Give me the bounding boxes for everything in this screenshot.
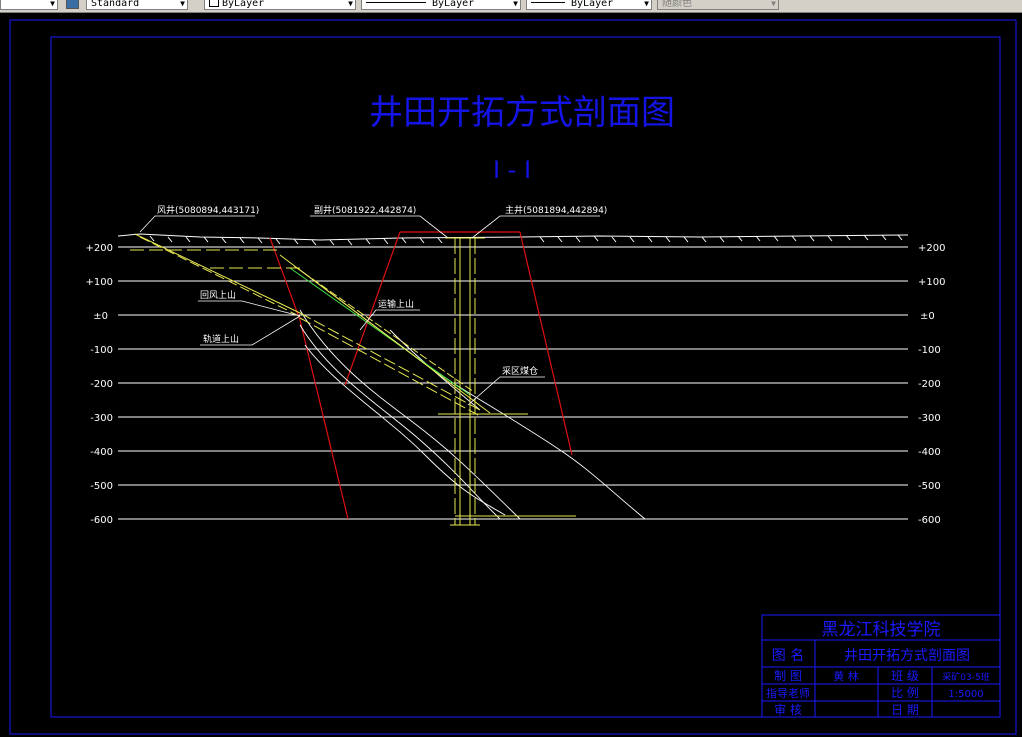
aux-shaft-label: 副井(5081922,442874) xyxy=(314,204,416,216)
haulage-incline-label: 运输上山 xyxy=(378,298,414,310)
drawing-title: 井田开拓方式剖面图 xyxy=(369,93,675,133)
class-value: 采矿03-5班 xyxy=(942,671,989,683)
left-level-label: ±0 xyxy=(93,311,108,322)
lineweight-preview-icon xyxy=(531,2,565,3)
section-label: I - I xyxy=(493,156,531,184)
bunker-leader xyxy=(467,376,545,406)
layer-color-value: ByLayer xyxy=(222,0,265,9)
return-air-incline-label: 回风上山 xyxy=(200,290,236,301)
ground-surface xyxy=(117,233,909,246)
air-incline-b xyxy=(139,236,304,319)
left-level-label: -300 xyxy=(90,413,113,424)
right-level-label: -300 xyxy=(918,413,941,424)
left-level-label: +200 xyxy=(86,243,113,254)
air-shaft-label: 风井(5080894,443171) xyxy=(157,204,259,216)
plot-style-select[interactable]: 随颜色 ▼ xyxy=(657,0,779,10)
right-level-label: -200 xyxy=(918,379,941,390)
main-shaft-leader xyxy=(471,215,600,239)
drawing-name-label: 图 名 xyxy=(772,648,804,664)
right-level-label: -100 xyxy=(918,345,941,356)
color-swatch-icon xyxy=(209,0,219,7)
air-shaft-leader xyxy=(139,215,255,233)
chevron-down-icon: ▼ xyxy=(50,0,55,8)
drawing-name-value: 井田开拓方式剖面图 xyxy=(844,648,970,664)
left-level-label: -600 xyxy=(90,515,113,526)
chevron-down-icon: ▼ xyxy=(348,0,353,8)
scale-label: 比 例 xyxy=(891,686,919,700)
right-level-label: +100 xyxy=(918,277,945,288)
class-label: 班 级 xyxy=(891,669,919,683)
right-level-label: -600 xyxy=(918,515,941,526)
return-air-incline-a xyxy=(299,312,481,411)
left-level-label: -400 xyxy=(90,447,113,458)
linetype-preview-icon xyxy=(366,2,426,3)
drawn-by-label: 制 图 xyxy=(774,669,802,683)
chevron-down-icon: ▼ xyxy=(180,0,185,8)
right-level-label: -400 xyxy=(918,447,941,458)
date-label: 日 期 xyxy=(891,703,919,717)
right-level-label: -500 xyxy=(918,481,941,492)
drawn-by-value: 黄 林 xyxy=(833,669,859,683)
level-lines xyxy=(118,246,908,520)
layer-color-select[interactable]: ByLayer ▼ xyxy=(204,0,356,10)
track-incline xyxy=(279,254,491,414)
drawing-canvas[interactable]: 井田开拓方式剖面图 I - I +200 +100 ±0 -100 -200 -… xyxy=(0,12,1022,737)
institute-name: 黑龙江科技学院 xyxy=(822,620,941,640)
chevron-down-icon: ▼ xyxy=(644,0,649,8)
left-level-label: -100 xyxy=(90,345,113,356)
scale-value: 1:5000 xyxy=(948,689,983,700)
right-level-label: +200 xyxy=(918,243,945,254)
linetype-value: ByLayer xyxy=(432,0,475,9)
track-incline-label: 轨道上山 xyxy=(203,333,239,345)
lineweight-select[interactable]: ByLayer ▼ xyxy=(526,0,652,10)
toolbar-left-dropdown[interactable]: ▼ xyxy=(0,0,58,10)
main-shaft-label: 主井(5081894,442894) xyxy=(505,204,607,216)
left-level-label: -200 xyxy=(90,379,113,390)
text-style-icon[interactable] xyxy=(66,0,79,9)
text-style-select[interactable]: Standard ▼ xyxy=(86,0,188,10)
text-style-value: Standard xyxy=(91,0,140,9)
ground-line xyxy=(117,233,909,241)
linetype-select[interactable]: ByLayer ▼ xyxy=(361,0,521,10)
district-bunker-label: 采区煤仓 xyxy=(502,365,538,377)
chevron-down-icon: ▼ xyxy=(771,0,776,8)
chevron-down-icon: ▼ xyxy=(513,0,518,8)
advisor-label: 指导老师 xyxy=(766,686,810,700)
lineweight-value: ByLayer xyxy=(571,0,614,9)
right-level-label: ±0 xyxy=(920,311,935,322)
left-level-label: -500 xyxy=(90,481,113,492)
plot-style-value: 随颜色 xyxy=(662,0,692,9)
shaft-protection-right xyxy=(519,231,573,456)
coal-seam-roof xyxy=(299,269,646,520)
aux-shaft-leader xyxy=(310,215,449,239)
review-label: 审 核 xyxy=(774,702,802,717)
left-level-label: +100 xyxy=(86,277,113,288)
coal-seams xyxy=(299,269,646,520)
